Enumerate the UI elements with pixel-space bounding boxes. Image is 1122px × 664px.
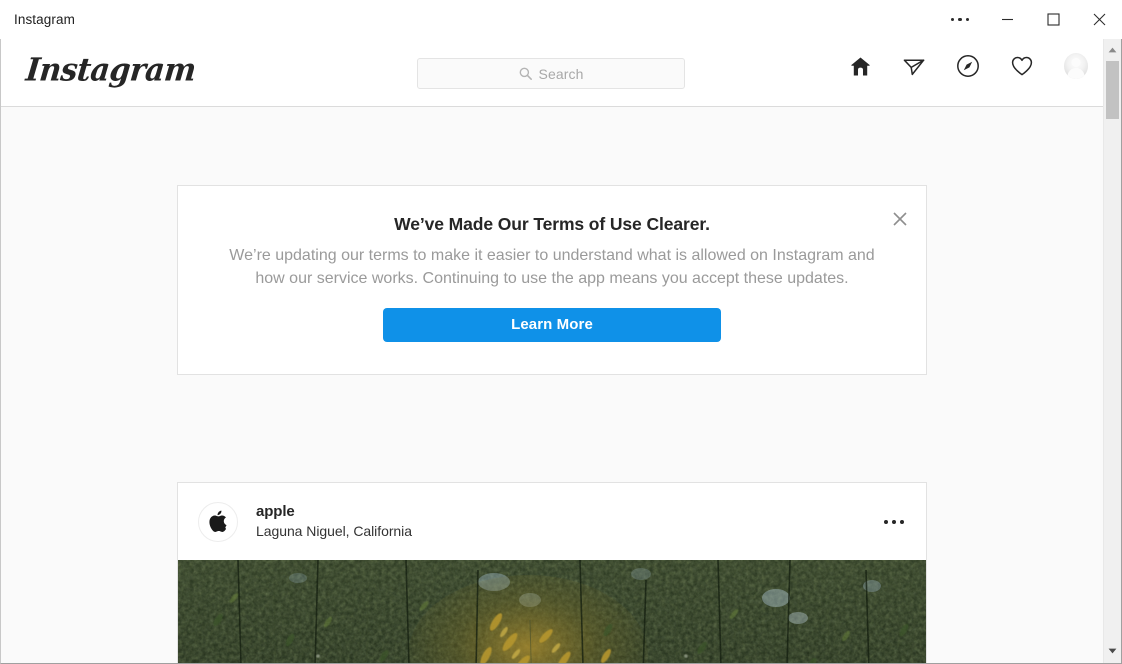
paper-plane-icon <box>903 59 925 76</box>
post-header: apple Laguna Niguel, California <box>178 483 926 560</box>
banner-close-button[interactable] <box>889 208 911 230</box>
app-header: Instagram Search <box>1 39 1105 107</box>
banner-body: We’re updating our terms to make it easi… <box>229 247 875 287</box>
vertical-scrollbar[interactable] <box>1103 39 1121 663</box>
apple-logo-icon <box>209 510 227 532</box>
ellipsis-horizontal-icon <box>950 17 970 22</box>
window-close-button[interactable] <box>1076 0 1122 39</box>
nav-home-button[interactable] <box>848 54 872 78</box>
maximize-icon <box>1046 13 1060 26</box>
foliage-photograph <box>178 560 926 663</box>
avatar-icon <box>1064 53 1088 79</box>
home-icon <box>850 56 870 76</box>
title-bar: Instagram <box>0 0 1122 39</box>
close-icon <box>1093 13 1105 26</box>
window-more-options-button[interactable] <box>936 0 984 39</box>
search-icon <box>519 67 532 80</box>
terms-of-use-banner: We’ve Made Our Terms of Use Clearer. We’… <box>177 185 927 375</box>
scroll-up-button[interactable] <box>1104 41 1121 59</box>
heart-icon <box>1011 56 1033 76</box>
post-photo[interactable] <box>178 560 926 663</box>
post-more-options-button[interactable] <box>884 519 904 524</box>
post-card: apple Laguna Niguel, California <box>177 482 927 663</box>
instagram-logo[interactable]: Instagram <box>24 52 197 89</box>
ellipsis-icon <box>884 519 904 524</box>
banner-title: We’ve Made Our Terms of Use Clearer. <box>394 214 710 234</box>
nav-explore-button[interactable] <box>956 54 980 78</box>
scroll-down-button[interactable] <box>1104 642 1121 660</box>
window-maximize-button[interactable] <box>1030 0 1076 39</box>
instagram-desktop-window: Instagram Instagram Search We’ve Made Ou… <box>0 0 1122 664</box>
post-location[interactable]: Laguna Niguel, California <box>256 522 412 540</box>
close-icon <box>893 212 907 226</box>
post-username[interactable]: apple <box>256 503 412 521</box>
caret-up-icon <box>1108 47 1117 53</box>
nav-profile-button[interactable] <box>1064 53 1088 79</box>
header-nav <box>848 53 1088 79</box>
window-title: Instagram <box>14 12 75 27</box>
window-minimize-button[interactable] <box>984 0 1030 39</box>
page-content: Instagram Search We’ve Made Our Terms of… <box>1 39 1105 663</box>
post-meta: apple Laguna Niguel, California <box>256 503 412 540</box>
nav-direct-messages-button[interactable] <box>902 54 926 78</box>
search-input[interactable]: Search <box>417 58 685 89</box>
window-body: Instagram Search We’ve Made Our Terms of… <box>0 39 1122 664</box>
compass-icon <box>957 55 979 77</box>
nav-activity-button[interactable] <box>1010 54 1034 78</box>
scroll-thumb[interactable] <box>1106 61 1119 119</box>
search-placeholder: Search <box>538 65 584 82</box>
caret-down-icon <box>1108 648 1117 654</box>
post-avatar[interactable] <box>198 501 238 542</box>
learn-more-button[interactable]: Learn More <box>383 308 721 342</box>
minimize-icon <box>1001 18 1013 21</box>
